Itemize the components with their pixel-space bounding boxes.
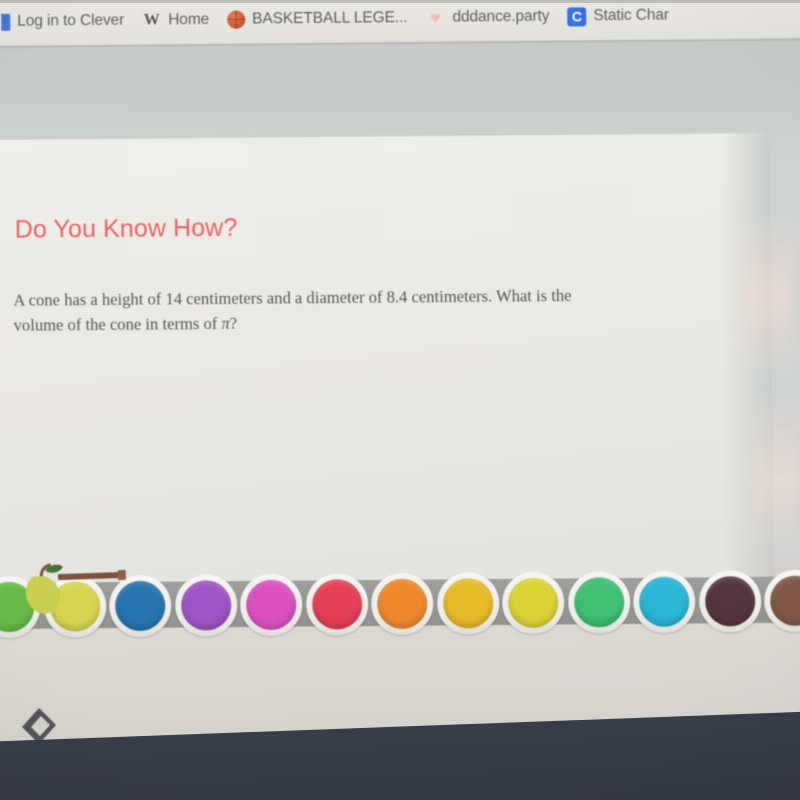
worksheet-document: Do You Know How? A cone has a height of …: [0, 133, 774, 588]
question-line-1: A cone has a height of 14 centimeters an…: [13, 285, 572, 310]
clipped-blue-favicon-icon: [1, 13, 11, 31]
paint-well-purple[interactable]: [174, 574, 237, 637]
bookmark-home[interactable]: W Home: [133, 5, 218, 36]
bookmark-label: Log in to Clever: [17, 11, 125, 30]
page-title: Do You Know How?: [14, 213, 238, 244]
paint-color-swatch: [442, 578, 493, 629]
paint-color-swatch: [311, 579, 362, 630]
question-line-2-before-pi: volume of the cone in terms of: [13, 313, 222, 335]
paint-color-swatch: [508, 577, 559, 629]
bookmark-label: BASKETBALL LEGE...: [252, 9, 408, 28]
paint-well-magenta[interactable]: [239, 573, 303, 637]
pear-sticker-icon: [25, 563, 63, 614]
paint-well-orange[interactable]: [370, 572, 434, 636]
bookmark-label: dddance.party: [452, 7, 550, 26]
w-letter-favicon-icon: W: [143, 11, 160, 29]
paint-color-swatch: [246, 579, 297, 631]
basketball-favicon-icon: [227, 10, 246, 29]
bookmark-label: Static Char: [593, 6, 670, 25]
bookmark-static-char[interactable]: C Static Char: [558, 0, 678, 31]
bookmark-log-in-to-clever[interactable]: Log in to Clever: [0, 6, 133, 37]
paint-well-red[interactable]: [305, 573, 368, 636]
paint-color-swatch: [115, 580, 166, 632]
paint-well-yellow[interactable]: [501, 571, 565, 635]
paint-well-brown[interactable]: [763, 569, 800, 632]
heart-favicon-icon: ♥: [430, 7, 441, 28]
paint-well-cyan[interactable]: [632, 570, 696, 634]
paint-color-swatch: [704, 576, 755, 627]
bookmark-dddance-party[interactable]: ♥ dddance.party: [416, 2, 558, 33]
paint-color-swatch: [573, 577, 624, 628]
paint-color-swatch: [639, 576, 690, 627]
screen-top-edge: [0, 0, 800, 3]
paint-well-dark-plum[interactable]: [698, 570, 761, 633]
c-letter-favicon-icon: C: [567, 6, 587, 26]
paint-well-emerald[interactable]: [567, 571, 630, 634]
ruler-graphic-icon: [57, 569, 127, 581]
paint-color-swatch: [180, 580, 231, 631]
paint-well-gold[interactable]: [436, 572, 499, 635]
bookmark-basketball-legends[interactable]: BASKETBALL LEGE...: [218, 3, 417, 35]
question-text: A cone has a height of 14 centimeters an…: [13, 282, 723, 338]
paint-color-swatch: [377, 578, 428, 630]
question-line-2-after-pi: ?: [229, 313, 238, 333]
bookmark-label: Home: [168, 10, 210, 29]
bookmarks-bar: Log in to Clever W Home BASKETBALL LEGE.…: [0, 0, 800, 48]
paint-color-swatch: [770, 575, 800, 626]
